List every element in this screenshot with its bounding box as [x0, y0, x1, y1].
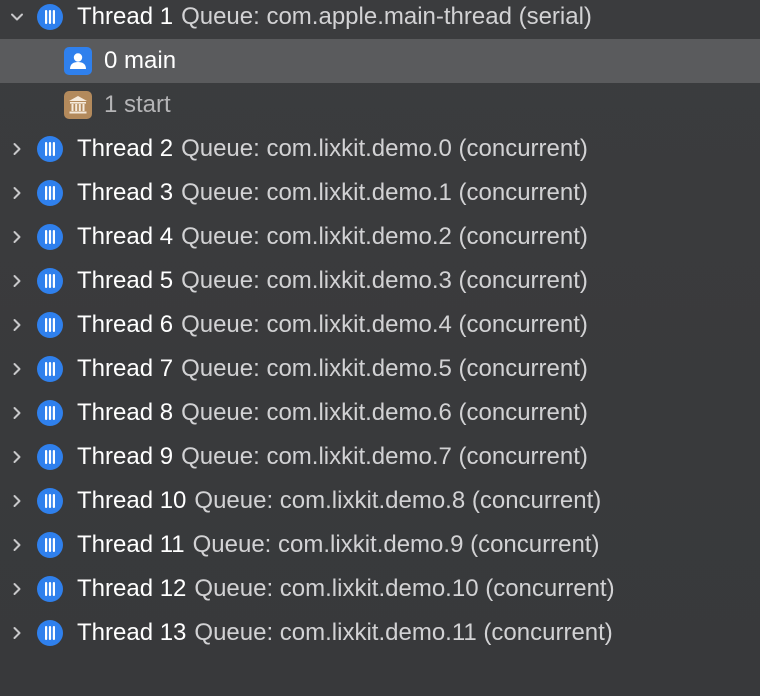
thread-row[interactable]: Thread 3 Queue: com.lixkit.demo.1 (concur…: [0, 171, 760, 215]
stack-frame-row[interactable]: 1 start: [0, 83, 760, 127]
chevron-right-icon[interactable]: [8, 259, 26, 303]
thread-name: Thread 3: [77, 179, 174, 206]
thread-title: Thread 2 Queue: com.lixkit.demo.0 (concur…: [77, 127, 588, 171]
thread-title: Thread 4 Queue: com.lixkit.demo.2 (concur…: [77, 215, 588, 259]
chevron-right-icon[interactable]: [8, 435, 26, 479]
thread-row[interactable]: Thread 7 Queue: com.lixkit.demo.5 (concur…: [0, 347, 760, 391]
thread-queue: Queue: com.lixkit.demo.4 (concurrent): [181, 311, 588, 338]
thread-queue: Queue: com.lixkit.demo.11 (concurrent): [194, 619, 613, 646]
stack-frame-row-selected[interactable]: 0 main: [0, 39, 760, 83]
thread-name: Thread 4: [77, 223, 174, 250]
stack-frame-label: 0 main: [104, 47, 177, 74]
thread-icon: [36, 311, 64, 339]
thread-icon: [36, 135, 64, 163]
thread-queue: Queue: com.lixkit.demo.6 (concurrent): [181, 399, 588, 426]
chevron-right-icon[interactable]: [8, 391, 26, 435]
thread-name: Thread 7: [77, 355, 174, 382]
thread-queue: Queue: com.lixkit.demo.1 (concurrent): [181, 179, 588, 206]
thread-name: Thread 5: [77, 267, 174, 294]
thread-name: Thread 11: [77, 531, 185, 558]
thread-name: Thread 12: [77, 575, 187, 602]
stack-frame-label: 1 start: [104, 91, 171, 118]
thread-title: Thread 9 Queue: com.lixkit.demo.7 (concur…: [77, 435, 588, 479]
thread-row[interactable]: Thread 10 Queue: com.lixkit.demo.8 (concu…: [0, 479, 760, 523]
chevron-right-icon[interactable]: [8, 303, 26, 347]
thread-queue: Queue: com.apple.main-thread (serial): [181, 3, 592, 30]
thread-name: Thread 2: [77, 135, 174, 162]
thread-icon: [36, 487, 64, 515]
chevron-right-icon[interactable]: [8, 347, 26, 391]
thread-icon: [36, 3, 64, 31]
thread-title: Thread 13 Queue: com.lixkit.demo.11 (conc…: [77, 611, 613, 655]
thread-queue: Queue: com.lixkit.demo.7 (concurrent): [181, 443, 588, 470]
thread-queue: Queue: com.lixkit.demo.5 (concurrent): [181, 355, 588, 382]
thread-queue: Queue: com.lixkit.demo.8 (concurrent): [194, 487, 602, 514]
thread-icon: [36, 399, 64, 427]
thread-name: Thread 6: [77, 311, 174, 338]
thread-title: Thread 12 Queue: com.lixkit.demo.10 (conc…: [77, 567, 615, 611]
thread-name: Thread 1: [77, 3, 174, 30]
thread-queue: Queue: com.lixkit.demo.9 (concurrent): [192, 531, 600, 558]
chevron-right-icon[interactable]: [8, 567, 26, 611]
thread-title: Thread 8 Queue: com.lixkit.demo.6 (concur…: [77, 391, 588, 435]
thread-title: Thread 7 Queue: com.lixkit.demo.5 (concur…: [77, 347, 588, 391]
chevron-right-icon[interactable]: [8, 127, 26, 171]
thread-icon: [36, 531, 64, 559]
thread-name: Thread 8: [77, 399, 174, 426]
thread-row[interactable]: Thread 5 Queue: com.lixkit.demo.3 (concur…: [0, 259, 760, 303]
thread-title: Thread 6 Queue: com.lixkit.demo.4 (concur…: [77, 303, 588, 347]
thread-queue: Queue: com.lixkit.demo.10 (concurrent): [194, 575, 615, 602]
chevron-right-icon[interactable]: [8, 523, 26, 567]
thread-title: Thread 1 Queue: com.apple.main-thread (se…: [77, 0, 592, 39]
thread-queue: Queue: com.lixkit.demo.3 (concurrent): [181, 267, 588, 294]
chevron-right-icon[interactable]: [8, 171, 26, 215]
thread-row[interactable]: Thread 11 Queue: com.lixkit.demo.9 (concu…: [0, 523, 760, 567]
thread-row[interactable]: Thread 6 Queue: com.lixkit.demo.4 (concur…: [0, 303, 760, 347]
thread-icon: [36, 619, 64, 647]
thread-row[interactable]: Thread 2 Queue: com.lixkit.demo.0 (concur…: [0, 127, 760, 171]
thread-icon: [36, 575, 64, 603]
user-code-icon: [64, 47, 92, 75]
chevron-down-icon[interactable]: [8, 0, 26, 39]
thread-row[interactable]: Thread 12 Queue: com.lixkit.demo.10 (conc…: [0, 567, 760, 611]
thread-queue: Queue: com.lixkit.demo.2 (concurrent): [181, 223, 588, 250]
thread-title: Thread 10 Queue: com.lixkit.demo.8 (concu…: [77, 479, 601, 523]
thread-name: Thread 10: [77, 487, 187, 514]
thread-row[interactable]: Thread 9 Queue: com.lixkit.demo.7 (concur…: [0, 435, 760, 479]
thread-row[interactable]: Thread 1 Queue: com.apple.main-thread (se…: [0, 0, 760, 39]
thread-name: Thread 9: [77, 443, 174, 470]
thread-icon: [36, 179, 64, 207]
thread-title: Thread 3 Queue: com.lixkit.demo.1 (concur…: [77, 171, 588, 215]
thread-row[interactable]: Thread 8 Queue: com.lixkit.demo.6 (concur…: [0, 391, 760, 435]
chevron-right-icon[interactable]: [8, 479, 26, 523]
thread-title: Thread 11 Queue: com.lixkit.demo.9 (concu…: [77, 523, 599, 567]
thread-icon: [36, 443, 64, 471]
system-library-icon: [64, 91, 92, 119]
thread-name: Thread 13: [77, 619, 187, 646]
thread-icon: [36, 223, 64, 251]
debug-navigator: Thread 1 Queue: com.apple.main-thread (se…: [0, 0, 760, 696]
thread-row[interactable]: Thread 13 Queue: com.lixkit.demo.11 (conc…: [0, 611, 760, 655]
thread-queue: Queue: com.lixkit.demo.0 (concurrent): [181, 135, 588, 162]
thread-row[interactable]: Thread 4 Queue: com.lixkit.demo.2 (concur…: [0, 215, 760, 259]
thread-icon: [36, 267, 64, 295]
chevron-right-icon[interactable]: [8, 611, 26, 655]
chevron-right-icon[interactable]: [8, 215, 26, 259]
thread-icon: [36, 355, 64, 383]
thread-title: Thread 5 Queue: com.lixkit.demo.3 (concur…: [77, 259, 588, 303]
